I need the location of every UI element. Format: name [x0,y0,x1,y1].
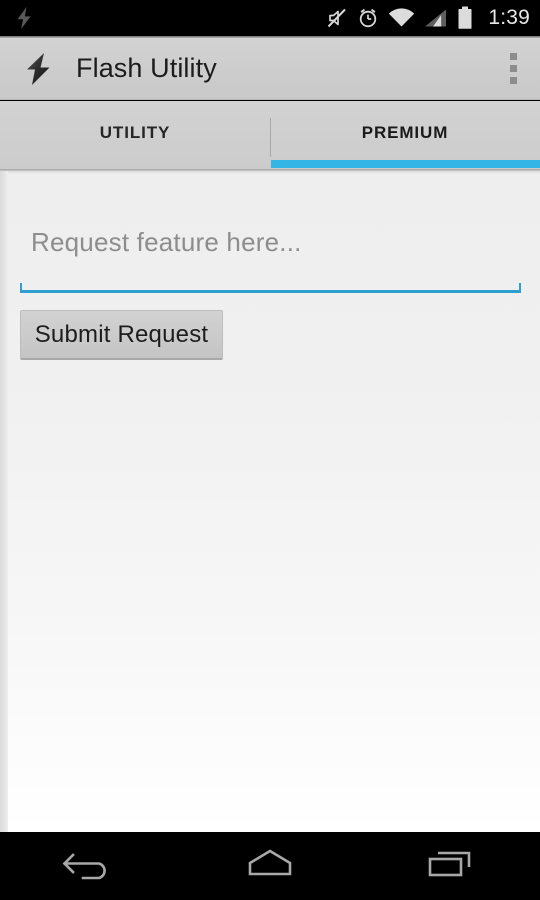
cellular-signal-icon [424,7,448,29]
alarm-clock-icon [357,7,379,29]
tab-bar: UTILITY PREMIUM [0,101,540,171]
content-left-edge [0,171,8,832]
status-bar-clock: 1:39 [488,6,530,29]
request-feature-underline [20,283,521,293]
status-bar: 1:39 [0,0,540,36]
submit-request-button[interactable]: Submit Request [20,310,223,360]
tab-selected-indicator [271,160,540,168]
home-button[interactable] [180,832,360,900]
system-navigation-bar [0,832,540,900]
home-icon [243,847,297,886]
overflow-dot [509,53,517,60]
phone-screen: 1:39 Flash Utility UTILITY PREMIUM Reque… [0,0,540,900]
submit-request-label: Submit Request [34,320,209,348]
premium-tab-content: Request feature here... Submit Request [0,171,540,832]
overflow-dot [509,77,517,84]
status-bar-system-icons: 1:39 [326,6,530,30]
recents-icon [425,847,475,886]
app-title: Flash Utility [76,53,217,83]
wifi-icon [388,7,415,29]
recents-button[interactable] [360,832,540,900]
status-bar-notifications [14,6,34,30]
tab-premium[interactable]: PREMIUM [270,101,540,171]
request-feature-placeholder: Request feature here... [31,227,302,257]
overflow-menu-icon[interactable] [486,38,540,100]
action-bar: Flash Utility [0,38,540,100]
mute-icon [326,7,348,29]
tab-utility-label: UTILITY [99,123,171,142]
tab-premium-label: PREMIUM [361,123,449,142]
content-top-edge [0,171,540,174]
back-button[interactable] [0,832,180,900]
overflow-dot [509,65,517,72]
tab-utility[interactable]: UTILITY [0,101,270,171]
back-arrow-icon [61,847,119,886]
flash-notification-icon [14,6,34,30]
battery-icon [457,6,473,30]
lightning-bolt-icon [20,51,56,87]
request-feature-input[interactable]: Request feature here... [20,215,521,293]
tab-divider [270,118,271,157]
